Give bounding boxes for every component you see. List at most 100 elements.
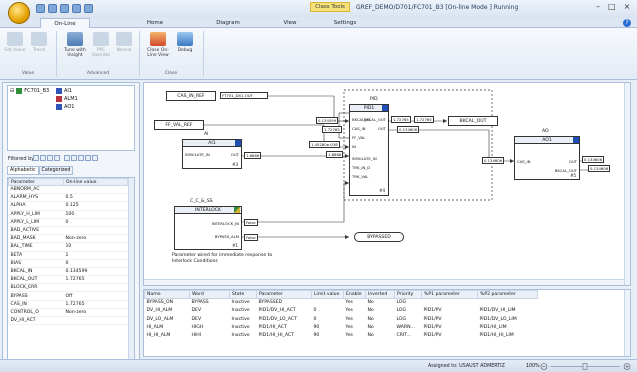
alarm-cell: PID1/PV bbox=[423, 308, 442, 314]
trend-button[interactable]: Trend bbox=[28, 32, 50, 53]
tab-diagram[interactable]: Diagram bbox=[208, 18, 248, 28]
filter-toggle[interactable] bbox=[92, 155, 98, 161]
ppc-operate-button[interactable]: PPC Operate bbox=[90, 32, 112, 58]
alarm-scrollbar[interactable] bbox=[624, 290, 630, 356]
column-header-p2-parameter[interactable]: %P2 parameter bbox=[477, 290, 538, 299]
filter-toggle[interactable] bbox=[40, 155, 46, 161]
interlock-status-icon bbox=[234, 207, 240, 213]
tab-settings[interactable]: Settings bbox=[325, 18, 365, 28]
alarm-row[interactable]: BYPASS_ON BYPASS Inactive BYPASSED Yes No LOG bbox=[145, 299, 538, 307]
alarm-cell: Inactive bbox=[231, 300, 250, 306]
filter-toggle[interactable] bbox=[64, 155, 70, 161]
column-header-name[interactable]: Name bbox=[144, 290, 190, 299]
tab-categorized[interactable]: Categorized bbox=[38, 166, 74, 175]
parameter-row[interactable]: BYPASS Off bbox=[8, 291, 128, 301]
close-button[interactable]: × bbox=[624, 2, 631, 11]
expand-icon[interactable]: ⊟ bbox=[10, 88, 14, 94]
neural-button[interactable]: Neural bbox=[113, 32, 135, 53]
zoom-slider[interactable] bbox=[540, 363, 632, 370]
alarm-cell: No bbox=[367, 308, 374, 314]
debug-button[interactable]: Debug bbox=[174, 32, 196, 53]
parameter-row[interactable]: ALPHA 0.125 bbox=[8, 201, 128, 211]
parameter-row[interactable]: ABNORM_AC bbox=[8, 185, 128, 195]
tree-item-ao1[interactable]: AO1 bbox=[56, 104, 74, 110]
interlock-pin-bypass-alm: BYPASS_ALM bbox=[214, 234, 239, 239]
tune-with-insight-button[interactable]: Tune with Insight bbox=[62, 32, 88, 58]
ao1-block-name: AO1 bbox=[515, 137, 579, 144]
interlock-block[interactable]: INTERLOCK INTERLOCK_IN BYPASS_ALM #1 bbox=[174, 206, 242, 250]
column-header-priority[interactable]: Priority bbox=[394, 290, 422, 299]
customize-icon[interactable] bbox=[84, 4, 93, 13]
alarm-row[interactable]: DV_HI_ALM DEV Inactive PID1/DV_HI_ACT 0 Yes No… bbox=[145, 307, 538, 315]
diagram-vertical-scrollbar[interactable] bbox=[624, 83, 630, 285]
column-header-word[interactable]: Word bbox=[189, 290, 230, 299]
filter-toggle[interactable] bbox=[71, 155, 77, 161]
pid1-block[interactable]: PID1 BKCAL_IN CAS_IN FF_VAL IN SIMULATE_… bbox=[349, 104, 389, 196]
alarm-table: Name Word State Parameter Limit value En… bbox=[143, 289, 631, 357]
alarm-cell: DEV bbox=[191, 316, 202, 322]
parameter-row[interactable]: APPLY_L_LIM 0 bbox=[8, 218, 128, 227]
column-header-limit-value[interactable]: Limit value bbox=[311, 290, 344, 299]
tune-icon bbox=[67, 32, 83, 46]
parameter-row[interactable]: BAL_TIME 10 bbox=[8, 242, 128, 252]
tree-item-alm1[interactable]: ALM1 bbox=[56, 96, 78, 102]
ai1-block[interactable]: AI1 SIMULATE_IN OUT #3 bbox=[182, 139, 242, 169]
parameter-scrollbar[interactable] bbox=[128, 178, 134, 369]
maximize-button[interactable]: □ bbox=[608, 2, 616, 11]
help-icon[interactable]: ? bbox=[623, 19, 631, 27]
ao-cas-in-value: 0.134606 bbox=[482, 157, 505, 164]
parameter-row[interactable]: BKCAL_OUT 1.72765 bbox=[8, 275, 128, 285]
tab-on-line[interactable]: On-Line bbox=[40, 18, 90, 28]
save-icon[interactable] bbox=[36, 4, 45, 13]
cas-in-ref-tag[interactable]: CAS_IN_REF bbox=[166, 91, 216, 101]
filter-toggle[interactable] bbox=[54, 155, 60, 161]
undo-icon[interactable] bbox=[48, 4, 57, 13]
parameter-value: 0 bbox=[63, 259, 128, 268]
filter-toggle[interactable] bbox=[47, 155, 53, 161]
parameter-row[interactable]: ALARM_HYS 0.5 bbox=[8, 193, 128, 203]
parameter-row[interactable]: CONTROL_O Non-zero bbox=[8, 308, 128, 318]
parameter-row[interactable]: BAD_ACTIVE bbox=[8, 226, 128, 236]
parameter-row[interactable]: BLOCK_ERR bbox=[8, 283, 128, 293]
set-value-button[interactable]: Set Value bbox=[4, 32, 26, 53]
column-header-p1-parameter[interactable]: %P1 parameter bbox=[421, 290, 478, 299]
ao1-block[interactable]: AO1 CAS_IN OUT BKCAL_OUT #5 bbox=[514, 136, 580, 180]
print-icon[interactable] bbox=[72, 4, 81, 13]
column-header-parameter[interactable]: Parameter bbox=[8, 178, 64, 186]
tab-alphabetic[interactable]: Alphabetic bbox=[7, 166, 39, 175]
alarm-row[interactable]: DV_LO_ALM DEV Inactive PID1/DV_LO_ACT 0 Yes No… bbox=[145, 315, 538, 323]
close-online-view-button[interactable]: Close On-Line View bbox=[145, 32, 171, 58]
diagram-horizontal-scrollbar[interactable] bbox=[144, 279, 624, 285]
pid-pin-in: IN bbox=[352, 144, 356, 149]
filter-toggle[interactable] bbox=[78, 155, 84, 161]
tree-root[interactable]: ⊟ FC701_B3 bbox=[10, 88, 49, 94]
parameter-row[interactable]: BETA 1 bbox=[8, 251, 128, 260]
parameter-row[interactable]: BKCAL_IN 0.134599 bbox=[8, 267, 128, 277]
tab-home[interactable]: Home bbox=[135, 18, 175, 28]
parameter-row[interactable]: BAD_MASK Non-zero bbox=[8, 234, 128, 244]
ff-val-ref-tag[interactable]: FF_VAL_REF bbox=[154, 120, 204, 130]
parameter-row[interactable]: APPLY_H_LIM 100 bbox=[8, 210, 128, 219]
bypassed-tag[interactable]: BYPASSED bbox=[354, 232, 404, 242]
filter-toggle[interactable] bbox=[85, 155, 91, 161]
tab-view[interactable]: View bbox=[275, 18, 305, 28]
alarm-row[interactable]: HI_ALM HIGH Inactive PID1/HI_ACT 90 Yes No WARN… bbox=[145, 323, 538, 331]
parameter-name: APPLY_H_LIM bbox=[8, 210, 64, 219]
parameter-row[interactable]: CAS_IN 1.72765 bbox=[8, 300, 128, 309]
column-header-value[interactable]: On-line value bbox=[63, 178, 128, 186]
tree-item-ai1[interactable]: AI1 bbox=[56, 88, 72, 94]
redo-icon[interactable] bbox=[60, 4, 69, 13]
minimize-button[interactable]: – bbox=[596, 2, 600, 11]
ribbon-separator bbox=[56, 31, 57, 77]
column-header-parameter[interactable]: Parameter bbox=[256, 290, 312, 299]
column-header-state[interactable]: State bbox=[229, 290, 257, 299]
application-menu-button[interactable] bbox=[8, 2, 30, 24]
bkcal-out-tag[interactable]: BKCAL_OUT bbox=[448, 116, 498, 126]
parameter-row[interactable]: DV_HI_ACT bbox=[8, 316, 128, 326]
column-header-enable[interactable]: Enable bbox=[343, 290, 366, 299]
alarm-row[interactable]: HI_HI_ALM HIHI Inactive PID1/HI_HI_ACT 90 Yes… bbox=[145, 332, 538, 340]
context-tab-class-tools[interactable]: Class Tools bbox=[310, 2, 350, 12]
filter-toggle[interactable] bbox=[33, 155, 39, 161]
column-header-inverted[interactable]: Inverted bbox=[365, 290, 395, 299]
parameter-row[interactable]: BIAS 0 bbox=[8, 259, 128, 268]
